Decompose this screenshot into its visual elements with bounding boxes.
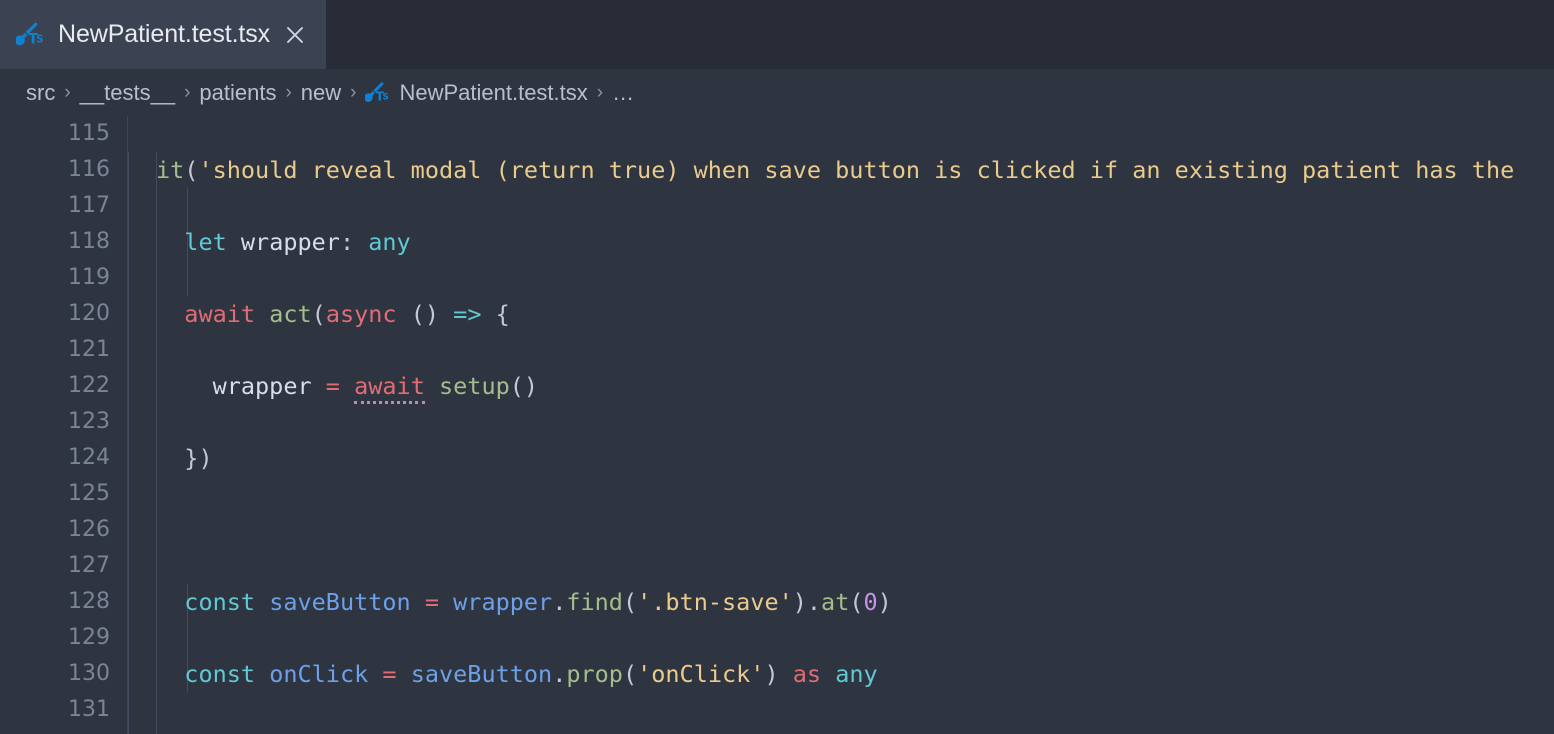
line-number: 119	[68, 265, 110, 290]
breadcrumb: src › __tests__ › patients › new › T S N…	[0, 69, 1554, 116]
line-number: 116	[68, 157, 110, 182]
line-number: 115	[68, 121, 110, 146]
code-line-118: wrapper = await setup()	[156, 368, 1554, 404]
code-editor[interactable]: 115 116 117 118 119 120 121 122 123 124 …	[0, 116, 1554, 734]
line-number: 125	[68, 481, 110, 506]
code-line-115: it('should reveal modal (return true) wh…	[156, 156, 1515, 184]
line-number: 120	[68, 301, 110, 326]
breadcrumb-file-label: NewPatient.test.tsx	[399, 79, 588, 105]
breadcrumb-separator-icon: ›	[285, 82, 292, 103]
typescript-test-file-icon: T S	[14, 20, 46, 50]
tab-label: NewPatient.test.tsx	[58, 20, 271, 48]
breadcrumb-separator-icon: ›	[184, 82, 191, 103]
code-line-116: let wrapper: any	[184, 228, 411, 256]
tab-new-patient-test-tsx[interactable]: T S NewPatient.test.tsx	[0, 0, 327, 69]
line-number: 126	[68, 517, 110, 542]
breadcrumb-item-ellipsis[interactable]: …	[612, 81, 634, 104]
code-line-117: await act(async () => {	[184, 300, 510, 328]
breadcrumb-item-src[interactable]: src	[26, 81, 55, 104]
typescript-test-file-icon: T S	[364, 80, 391, 106]
line-number: 130	[68, 661, 110, 686]
line-number: 122	[68, 373, 110, 398]
svg-text:S: S	[383, 92, 389, 102]
breadcrumb-item-file[interactable]: T S NewPatient.test.tsx	[364, 79, 588, 106]
line-number: 121	[68, 337, 110, 362]
close-icon[interactable]	[282, 22, 308, 48]
breadcrumb-separator-icon: ›	[350, 82, 357, 103]
breadcrumb-separator-icon: ›	[596, 82, 604, 103]
breadcrumb-item-new[interactable]: new	[301, 81, 341, 104]
line-number: 118	[68, 229, 110, 254]
line-number: 123	[68, 409, 110, 434]
breadcrumb-item-tests[interactable]: __tests__	[80, 81, 175, 104]
line-number: 127	[68, 553, 110, 578]
breadcrumb-item-patients[interactable]: patients	[199, 81, 276, 104]
breadcrumb-separator-icon: ›	[64, 82, 71, 103]
line-number: 128	[68, 589, 110, 614]
line-number: 117	[68, 193, 110, 218]
editor-tab-bar: T S NewPatient.test.tsx	[0, 0, 1554, 69]
line-number: 124	[68, 445, 110, 470]
code-line-121: const saveButton = wrapper.find('.btn-sa…	[184, 588, 892, 616]
source-code[interactable]: it('should reveal modal (return true) wh…	[128, 116, 1554, 734]
line-number: 131	[68, 697, 110, 722]
svg-text:S: S	[36, 33, 43, 45]
code-content-area[interactable]: it('should reveal modal (return true) wh…	[128, 116, 1554, 734]
code-line-123: expect(saveButton.text().trim()).toEqual…	[156, 728, 1554, 734]
code-line-122: const onClick = saveButton.prop('onClick…	[184, 660, 878, 688]
code-line-119: })	[184, 444, 213, 472]
line-number: 129	[68, 625, 110, 650]
line-number-gutter: 115 116 117 118 119 120 121 122 123 124 …	[0, 116, 128, 734]
